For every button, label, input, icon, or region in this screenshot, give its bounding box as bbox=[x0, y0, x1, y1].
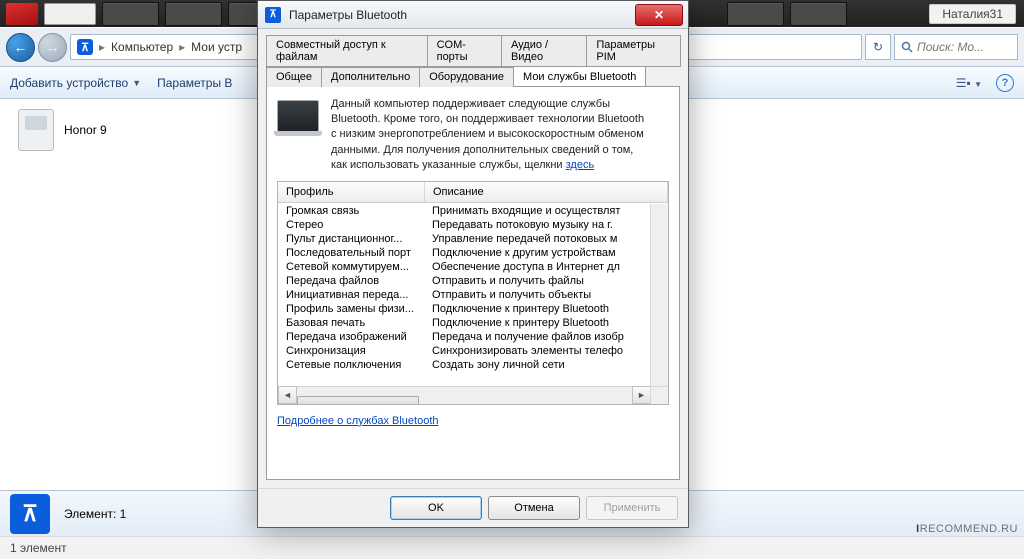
user-label: Наталия31 bbox=[929, 4, 1016, 24]
list-item[interactable]: Передача изображенийПередача и получение… bbox=[278, 330, 668, 344]
tab-file-sharing[interactable]: Совместный доступ к файлам bbox=[266, 35, 428, 67]
taskbar-item[interactable] bbox=[44, 3, 96, 25]
apply-button: Применить bbox=[586, 496, 678, 520]
bluetooth-params-button[interactable]: Параметры B bbox=[157, 76, 232, 90]
scroll-left-icon[interactable]: ◄ bbox=[278, 386, 297, 404]
column-description[interactable]: Описание bbox=[425, 182, 668, 202]
dialog-title: Параметры Bluetooth bbox=[289, 8, 624, 22]
list-item[interactable]: Громкая связьПринимать входящие и осущес… bbox=[278, 204, 668, 218]
taskbar-item[interactable] bbox=[790, 2, 847, 26]
services-description: Данный компьютер поддерживает следующие … bbox=[331, 97, 644, 173]
scroll-right-icon[interactable]: ► bbox=[632, 386, 651, 404]
search-icon bbox=[901, 41, 913, 53]
breadcrumb[interactable]: Компьютер bbox=[111, 40, 173, 54]
cancel-button[interactable]: Отмена bbox=[488, 496, 580, 520]
laptop-icon bbox=[277, 100, 319, 132]
list-item[interactable]: СтереоПередавать потоковую музыку на г. bbox=[278, 218, 668, 232]
here-link[interactable]: здесь bbox=[566, 159, 595, 171]
device-name: Honor 9 bbox=[64, 123, 107, 137]
search-input[interactable]: Поиск: Мо... bbox=[894, 34, 1018, 60]
dialog-titlebar[interactable]: ⊼ Параметры Bluetooth ✕ bbox=[258, 1, 688, 29]
column-profile[interactable]: Профиль bbox=[278, 182, 425, 202]
taskbar-item[interactable] bbox=[102, 2, 159, 26]
add-device-button[interactable]: Добавить устройство▼ bbox=[10, 76, 141, 90]
tab-general[interactable]: Общее bbox=[266, 67, 322, 87]
dialog-actions: OK Отмена Применить bbox=[258, 488, 688, 527]
list-item[interactable]: Инициативная переда...Отправить и получи… bbox=[278, 288, 668, 302]
tab-pim-params[interactable]: Параметры PIM bbox=[586, 35, 681, 67]
phone-icon bbox=[18, 109, 54, 151]
bluetooth-icon: ⊼ bbox=[265, 7, 281, 23]
back-button[interactable]: ← bbox=[6, 33, 35, 62]
refresh-button[interactable]: ↻ bbox=[865, 34, 891, 60]
close-button[interactable]: ✕ bbox=[635, 4, 683, 26]
view-mode-icon[interactable]: ☰▪ ▼ bbox=[956, 76, 982, 90]
device-item[interactable]: Honor 9 bbox=[18, 109, 107, 151]
taskbar-item[interactable] bbox=[165, 2, 222, 26]
tab-com-ports[interactable]: COM-порты bbox=[427, 35, 502, 67]
list-item[interactable]: Пульт дистанционног...Управление передач… bbox=[278, 232, 668, 246]
scrollbar-thumb[interactable] bbox=[297, 396, 419, 405]
breadcrumb[interactable]: Мои устр bbox=[191, 40, 242, 54]
ok-button[interactable]: OK bbox=[390, 496, 482, 520]
list-item[interactable]: Базовая печатьПодключение к принтеру Blu… bbox=[278, 316, 668, 330]
list-item[interactable]: Профиль замены физи...Подключение к прин… bbox=[278, 302, 668, 316]
list-item[interactable]: Сетевой коммутируем...Обеспечение доступ… bbox=[278, 260, 668, 274]
footer-bar: 1 элемент bbox=[0, 536, 1024, 559]
list-header[interactable]: Профиль Описание bbox=[278, 182, 668, 203]
tab-my-services[interactable]: Мои службы Bluetooth bbox=[513, 66, 646, 86]
bluetooth-icon: ⊼ bbox=[77, 39, 93, 55]
list-item[interactable]: Передача файловОтправить и получить файл… bbox=[278, 274, 668, 288]
tab-audio-video[interactable]: Аудио / Видео bbox=[501, 35, 587, 67]
list-item[interactable]: Последовательный портПодключение к други… bbox=[278, 246, 668, 260]
help-icon[interactable]: ? bbox=[996, 74, 1014, 92]
element-count: Элемент: 1 bbox=[64, 507, 126, 521]
tab-strip: Совместный доступ к файлам COM-порты Ауд… bbox=[266, 35, 680, 480]
tab-hardware[interactable]: Оборудование bbox=[419, 67, 514, 87]
more-services-link[interactable]: Подробнее о службах Bluetooth bbox=[277, 415, 439, 427]
taskbar-item[interactable] bbox=[727, 2, 784, 26]
services-list[interactable]: Профиль Описание Громкая связьПринимать … bbox=[277, 181, 669, 405]
horizontal-scrollbar[interactable]: ◄ ► bbox=[278, 386, 651, 404]
forward-button[interactable]: → bbox=[38, 33, 67, 62]
bluetooth-icon: ⊼ bbox=[10, 494, 50, 534]
vertical-scrollbar[interactable] bbox=[650, 204, 668, 387]
start-button-icon[interactable] bbox=[6, 3, 38, 25]
bluetooth-settings-dialog: ⊼ Параметры Bluetooth ✕ Совместный досту… bbox=[257, 0, 689, 528]
tab-panel: Данный компьютер поддерживает следующие … bbox=[266, 86, 680, 480]
list-item[interactable]: СинхронизацияСинхронизировать элементы т… bbox=[278, 344, 668, 358]
list-item[interactable]: Сетевые полключенияСоздать зону личной с… bbox=[278, 358, 668, 372]
watermark: IRECOMMEND.RU bbox=[916, 523, 1018, 535]
tab-advanced[interactable]: Дополнительно bbox=[321, 67, 420, 87]
